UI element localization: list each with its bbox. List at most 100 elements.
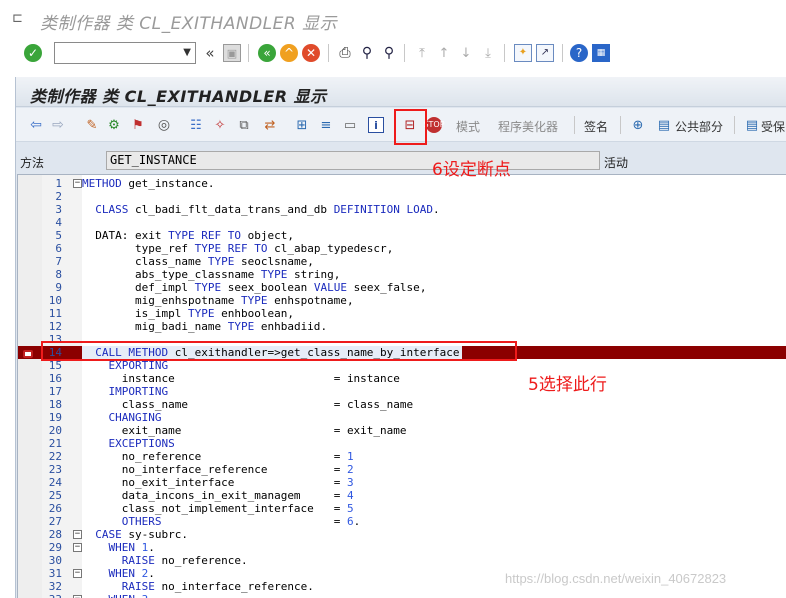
line-number: 16 — [48, 372, 62, 385]
code-line[interactable]: 23 no_interface_reference = 2 — [18, 463, 786, 476]
code-line[interactable]: 29 − WHEN 1. — [18, 541, 786, 554]
code-token: . — [433, 203, 440, 216]
test-icon[interactable]: ✧ — [212, 117, 228, 133]
fold-toggle-icon[interactable]: − — [73, 543, 82, 552]
first-page-icon[interactable]: ⤒ — [414, 44, 430, 62]
exit-icon[interactable]: ^ — [280, 44, 298, 62]
pattern-button[interactable]: 模式 — [456, 118, 480, 135]
code-token: 4 — [346, 489, 354, 502]
double-chevron-left-icon[interactable]: « — [203, 45, 217, 61]
fullscreen-icon[interactable]: ▭ — [342, 117, 358, 133]
code-line[interactable]: 19 CHANGING — [18, 411, 786, 424]
last-page-icon[interactable]: ⤓ — [480, 44, 496, 62]
next-page-icon[interactable]: ↓ — [458, 44, 474, 62]
forward-arrow-icon[interactable]: ⇨ — [50, 117, 66, 133]
customize-layout-icon[interactable]: ▦ — [592, 44, 610, 62]
code-line[interactable]: 16 instance = instance — [18, 372, 786, 385]
code-line[interactable]: 17 IMPORTING — [18, 385, 786, 398]
enter-check-icon[interactable]: ✓ — [24, 44, 42, 62]
code-line[interactable]: 6 type_ref TYPE REF TO cl_abap_typedescr… — [18, 242, 786, 255]
code-line[interactable]: 27 OTHERS = 6. — [18, 515, 786, 528]
indent-icon[interactable]: ≡ — [318, 117, 334, 133]
line-number: 25 — [48, 489, 62, 502]
pretty-printer-button[interactable]: 程序美化器 — [498, 118, 558, 135]
code-line[interactable]: 8 abs_type_classname TYPE string, — [18, 268, 786, 281]
protected-section-button[interactable]: 受保 — [761, 118, 785, 135]
code-line[interactable]: 20 exit_name = exit_name — [18, 424, 786, 437]
where-used-icon[interactable]: ◎ — [156, 117, 172, 133]
shortcut-icon[interactable]: ↗ — [536, 44, 554, 62]
code-token: TYPE — [187, 307, 215, 320]
new-session-icon[interactable]: ✦ — [514, 44, 532, 62]
code-line[interactable]: 24 no_exit_interface = 3 — [18, 476, 786, 489]
command-input[interactable] — [55, 43, 175, 63]
enhance-icon[interactable]: ⇄ — [262, 117, 278, 133]
code-line[interactable]: 12 mig_badi_name TYPE enhbadiid. — [18, 320, 786, 333]
code-token: . — [307, 580, 314, 593]
signature-button[interactable]: 签名 — [584, 118, 608, 135]
activate-icon[interactable]: ⚑ — [130, 117, 146, 133]
breakpoint-marker-icon[interactable] — [22, 348, 34, 358]
code-line[interactable]: 10 mig_enhspotname TYPE enhspotname, — [18, 294, 786, 307]
cancel-icon[interactable]: ✕ — [302, 44, 320, 62]
code-token: CASE — [95, 528, 122, 541]
code-token: is_impl — [134, 307, 182, 320]
command-field[interactable]: ▼ — [54, 42, 196, 64]
code-line[interactable]: 9 def_impl TYPE seex_boolean VALUE seex_… — [18, 281, 786, 294]
code-line[interactable]: 5 DATA: exit TYPE REF TO object, — [18, 229, 786, 242]
code-line[interactable]: 21 EXCEPTIONS — [18, 437, 786, 450]
line-number: 18 — [48, 398, 62, 411]
code-line[interactable]: 3 CLASS cl_badi_flt_data_trans_and_db DE… — [18, 203, 786, 216]
code-line[interactable]: 30 RAISE no_reference. — [18, 554, 786, 567]
display-change-icon[interactable]: ✎ — [84, 117, 100, 133]
code-line[interactable]: 1 − METHOD get_instance. — [18, 177, 786, 190]
previous-page-icon[interactable]: ↑ — [436, 44, 452, 62]
fold-toggle-icon[interactable]: − — [73, 179, 82, 188]
navigation-window-icon[interactable]: ⧉ — [236, 117, 252, 133]
code-line[interactable]: 4 — [18, 216, 786, 229]
code-line[interactable]: 28 − CASE sy-subrc. — [18, 528, 786, 541]
save-icon[interactable]: ▣ — [223, 44, 241, 62]
find-next-icon[interactable]: ⚲ — [380, 44, 398, 62]
code-line[interactable]: 7 class_name TYPE seoclsname, — [18, 255, 786, 268]
code-token: string — [293, 268, 334, 281]
breakpoint-highlight-box — [394, 109, 427, 145]
code-line[interactable]: 26 class_not_implement_interface = 5 — [18, 502, 786, 515]
code-line[interactable]: 25 data_incons_in_exit_managem = 4 — [18, 489, 786, 502]
fold-toggle-icon[interactable]: − — [73, 530, 82, 539]
object-list-icon[interactable]: ☷ — [188, 117, 204, 133]
find-icon[interactable]: ⚲ — [358, 44, 376, 62]
info-icon[interactable]: i — [368, 117, 384, 133]
hierarchy-icon[interactable]: ⊞ — [294, 117, 310, 133]
code-line[interactable]: 18 class_name = class_name — [18, 398, 786, 411]
code-line[interactable]: 11 is_impl TYPE enhboolean, — [18, 307, 786, 320]
window-menu-icon[interactable]: ⊏ — [12, 12, 26, 26]
method-name-field[interactable]: GET_INSTANCE — [106, 151, 600, 170]
line-number: 29 — [48, 541, 62, 554]
code-line[interactable]: 22 no_reference = 1 — [18, 450, 786, 463]
code-line[interactable]: 33− WHEN 3. — [18, 593, 786, 598]
help-icon[interactable]: ? — [570, 44, 588, 62]
public-section-button[interactable]: 公共部分 — [675, 118, 723, 135]
code-token: TYPE — [194, 242, 222, 255]
code-text: no_reference = 1 — [82, 450, 354, 463]
back-icon[interactable]: « — [258, 44, 276, 62]
code-token: type_ref — [134, 242, 188, 255]
chevron-down-icon[interactable]: ▼ — [183, 47, 191, 58]
code-editor[interactable]: 1− METHOD get_instance. 2 3 CLASS cl_badi_f… — [17, 174, 786, 598]
check-syntax-icon[interactable]: ⚙ — [106, 117, 122, 133]
print-icon[interactable]: ⎙ — [336, 44, 354, 62]
code-text: EXCEPTIONS — [82, 437, 175, 450]
code-line[interactable]: 2 — [18, 190, 786, 203]
fold-toggle-icon[interactable]: − — [73, 569, 82, 578]
back-arrow-icon[interactable]: ⇦ — [28, 117, 44, 133]
external-breakpoint-icon[interactable]: STOP — [423, 117, 445, 133]
